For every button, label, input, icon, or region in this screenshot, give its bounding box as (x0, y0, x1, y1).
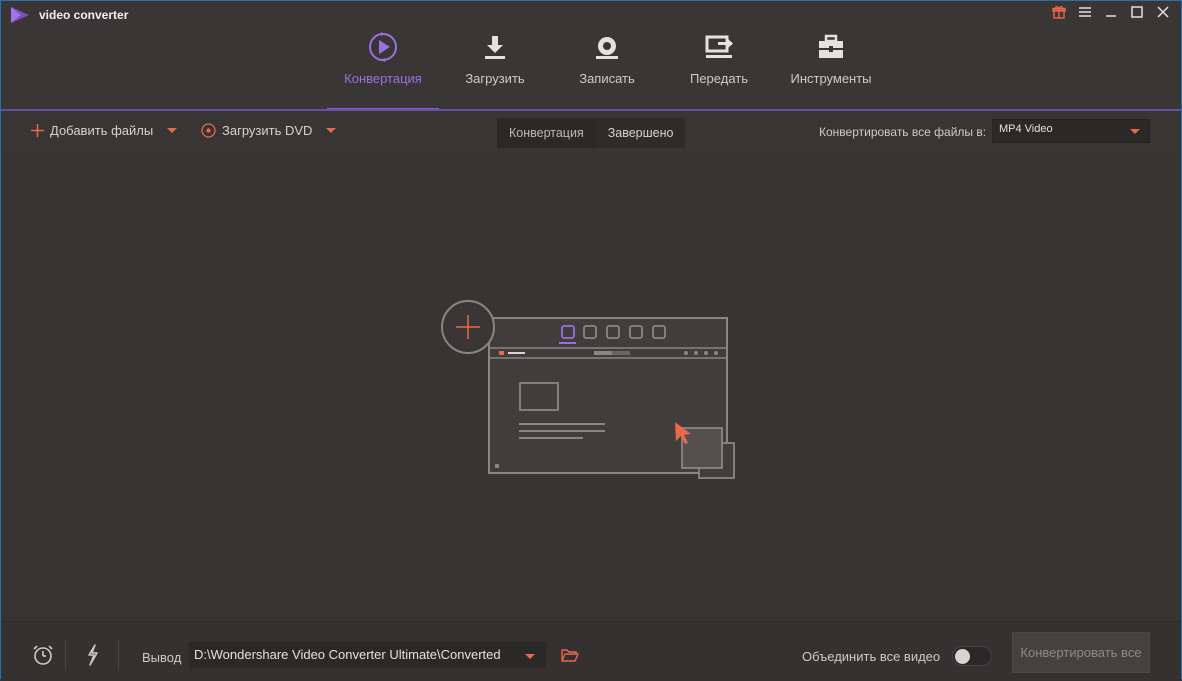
tab-transfer[interactable]: Передать (663, 29, 775, 109)
add-files-illustration[interactable] (439, 298, 749, 488)
tab-tools-label: Инструменты (790, 71, 872, 86)
main-nav: Конвертация Загрузить Записать Передать … (327, 29, 887, 111)
convert-play-icon (369, 32, 397, 62)
footer-divider (118, 640, 119, 670)
output-path-value: D:\Wondershare Video Converter Ultimate\… (194, 647, 501, 662)
tab-download-label: Загрузить (465, 71, 525, 86)
tab-convert[interactable]: Конвертация (327, 29, 439, 111)
convert-all-to-label: Конвертировать все файлы в: (819, 125, 987, 139)
dvd-icon (201, 123, 216, 138)
transfer-icon (705, 35, 733, 58)
tab-finished[interactable]: Завершено (595, 118, 686, 148)
load-dvd-button[interactable]: Загрузить DVD (201, 123, 337, 138)
merge-videos-toggle[interactable] (952, 646, 992, 666)
chevron-down-icon[interactable] (326, 128, 337, 133)
convert-all-button[interactable]: Конвертировать все (1012, 632, 1150, 673)
tab-record-label: Записать (579, 71, 635, 86)
record-icon (596, 37, 618, 59)
load-dvd-label: Загрузить DVD (222, 123, 313, 138)
output-format-value: MP4 Video (999, 123, 1053, 135)
add-files-button[interactable]: Добавить файлы (31, 123, 178, 138)
download-icon (485, 36, 505, 59)
minimize-icon[interactable] (1103, 4, 1119, 20)
footer-bar: Вывод D:\Wondershare Video Converter Ult… (1, 621, 1181, 681)
app-logo-icon (11, 7, 29, 23)
plus-icon (31, 124, 44, 137)
toggle-knob (955, 649, 970, 664)
status-segmented-control: Конвертация Завершено (497, 118, 686, 148)
tab-tools[interactable]: Инструменты (775, 29, 887, 109)
brand: video converter (9, 6, 128, 24)
output-format-select[interactable]: MP4 Video (992, 119, 1150, 143)
tab-convert-label: Конвертация (344, 71, 422, 86)
chevron-down-icon (525, 654, 535, 659)
tab-download[interactable]: Загрузить (439, 29, 551, 109)
app-window: video converter Конвертация Загрузить За… (0, 0, 1182, 681)
menu-icon[interactable] (1077, 4, 1093, 20)
chevron-down-icon[interactable] (167, 128, 178, 133)
file-drop-area[interactable] (1, 152, 1181, 621)
tab-converting[interactable]: Конвертация (497, 118, 596, 148)
toolbox-icon (819, 34, 843, 58)
output-label: Вывод (142, 650, 182, 665)
window-controls (1051, 4, 1171, 20)
tab-transfer-label: Передать (689, 71, 748, 86)
app-title: video converter (39, 8, 129, 22)
add-files-label: Добавить файлы (50, 123, 154, 138)
chevron-down-icon (1130, 129, 1140, 134)
alarm-clock-icon[interactable] (32, 644, 54, 671)
gift-icon[interactable] (1051, 4, 1067, 20)
output-path-select[interactable]: D:\Wondershare Video Converter Ultimate\… (189, 642, 546, 668)
title-bar: video converter Конвертация Загрузить За… (1, 1, 1181, 111)
tab-record[interactable]: Записать (551, 29, 663, 109)
close-icon[interactable] (1155, 4, 1171, 20)
folder-open-icon[interactable] (561, 648, 579, 667)
toolbar: Добавить файлы Загрузить DVD Конвертация… (1, 111, 1181, 153)
maximize-icon[interactable] (1129, 4, 1145, 20)
footer-divider (65, 640, 66, 670)
merge-videos-label: Объединить все видео (802, 649, 941, 664)
lightning-icon[interactable] (86, 644, 100, 671)
